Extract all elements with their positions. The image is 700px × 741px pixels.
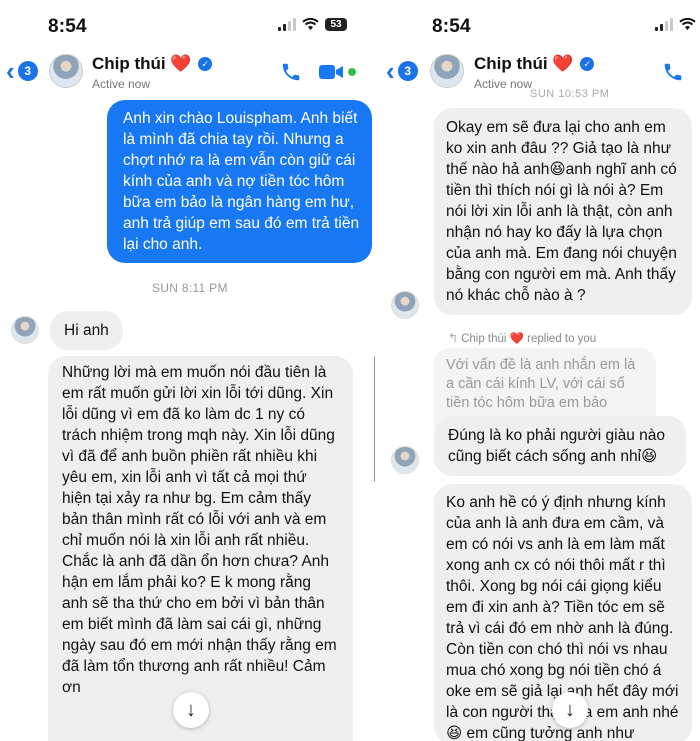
heart-emoji: ❤️: [170, 54, 192, 73]
sender-avatar[interactable]: [11, 316, 39, 344]
signal-icon: [655, 18, 673, 31]
reply-header: ↰ Chip thúi ❤️ replied to you: [448, 331, 597, 345]
divider: [375, 0, 382, 741]
status-icons: [655, 18, 696, 31]
back-button[interactable]: ‹ 3: [6, 56, 38, 86]
online-indicator: [348, 68, 356, 76]
status-bar: 8:54: [382, 0, 700, 48]
sender-avatar[interactable]: [391, 446, 419, 474]
contact-name-text: Chip thúi: [92, 54, 166, 73]
arrow-down-icon: ↓: [565, 698, 575, 721]
active-status: Active now: [474, 77, 533, 91]
phone-icon[interactable]: [662, 61, 684, 83]
contact-avatar[interactable]: [430, 54, 464, 88]
battery-icon: 53: [325, 18, 347, 31]
sent-message[interactable]: Anh xin chào Louispham. Anh biết là mình…: [107, 100, 372, 263]
unread-count-badge: 3: [17, 61, 38, 81]
active-status: Active now: [92, 77, 151, 91]
left-screenshot: 8:54 53 ‹ 3 Chip thúi ❤️ ✓ Active now An…: [0, 0, 375, 741]
contact-name[interactable]: Chip thúi ❤️ ✓: [474, 54, 595, 74]
contact-name[interactable]: Chip thúi ❤️ ✓: [92, 54, 213, 74]
arrow-down-icon: ↓: [186, 698, 196, 721]
message-thread[interactable]: Okay em sẽ đưa lại cho anh em ko xin anh…: [382, 98, 700, 741]
unread-count-badge: 3: [397, 61, 418, 81]
signal-icon: [278, 18, 296, 31]
contact-name-text: Chip thúi: [474, 54, 548, 73]
contact-avatar[interactable]: [49, 54, 83, 88]
scroll-down-button[interactable]: ↓: [173, 692, 209, 728]
chat-header: ‹ 3 Chip thúi ❤️ ✓ Active now SUN 10:53 …: [382, 48, 700, 100]
status-time: 8:54: [432, 16, 471, 37]
phone-icon[interactable]: [280, 61, 302, 83]
received-message[interactable]: Hi anh: [50, 311, 123, 350]
chevron-left-icon: ‹: [386, 56, 395, 86]
back-button[interactable]: ‹ 3: [386, 56, 418, 86]
status-bar: 8:54 53: [0, 0, 375, 48]
received-message[interactable]: Đúng là ko phải người giàu nào cũng biết…: [434, 416, 686, 476]
status-time: 8:54: [48, 16, 87, 37]
status-icons: 53: [278, 18, 347, 31]
received-message[interactable]: Những lời mà em muốn nói đầu tiên là em …: [48, 356, 353, 741]
received-message[interactable]: Okay em sẽ đưa lại cho anh em ko xin anh…: [434, 108, 692, 315]
sender-avatar[interactable]: [391, 291, 419, 319]
chat-header: ‹ 3 Chip thúi ❤️ ✓ Active now: [0, 48, 375, 98]
verified-icon: ✓: [198, 57, 213, 71]
message-timestamp: SUN 8:11 PM: [152, 281, 228, 295]
heart-emoji: ❤️: [552, 54, 574, 73]
wifi-icon: [302, 18, 319, 30]
right-screenshot: 8:54 ‹ 3 Chip thúi ❤️ ✓ Active now SUN 1…: [382, 0, 700, 741]
reply-arrow-icon: ↰: [448, 331, 459, 345]
message-thread[interactable]: Anh xin chào Louispham. Anh biết là mình…: [0, 98, 375, 741]
chevron-left-icon: ‹: [6, 56, 15, 86]
scroll-down-button[interactable]: ↓: [552, 692, 588, 728]
video-call-icon[interactable]: [318, 62, 344, 82]
wifi-icon: [679, 18, 696, 30]
verified-icon: ✓: [580, 57, 595, 71]
